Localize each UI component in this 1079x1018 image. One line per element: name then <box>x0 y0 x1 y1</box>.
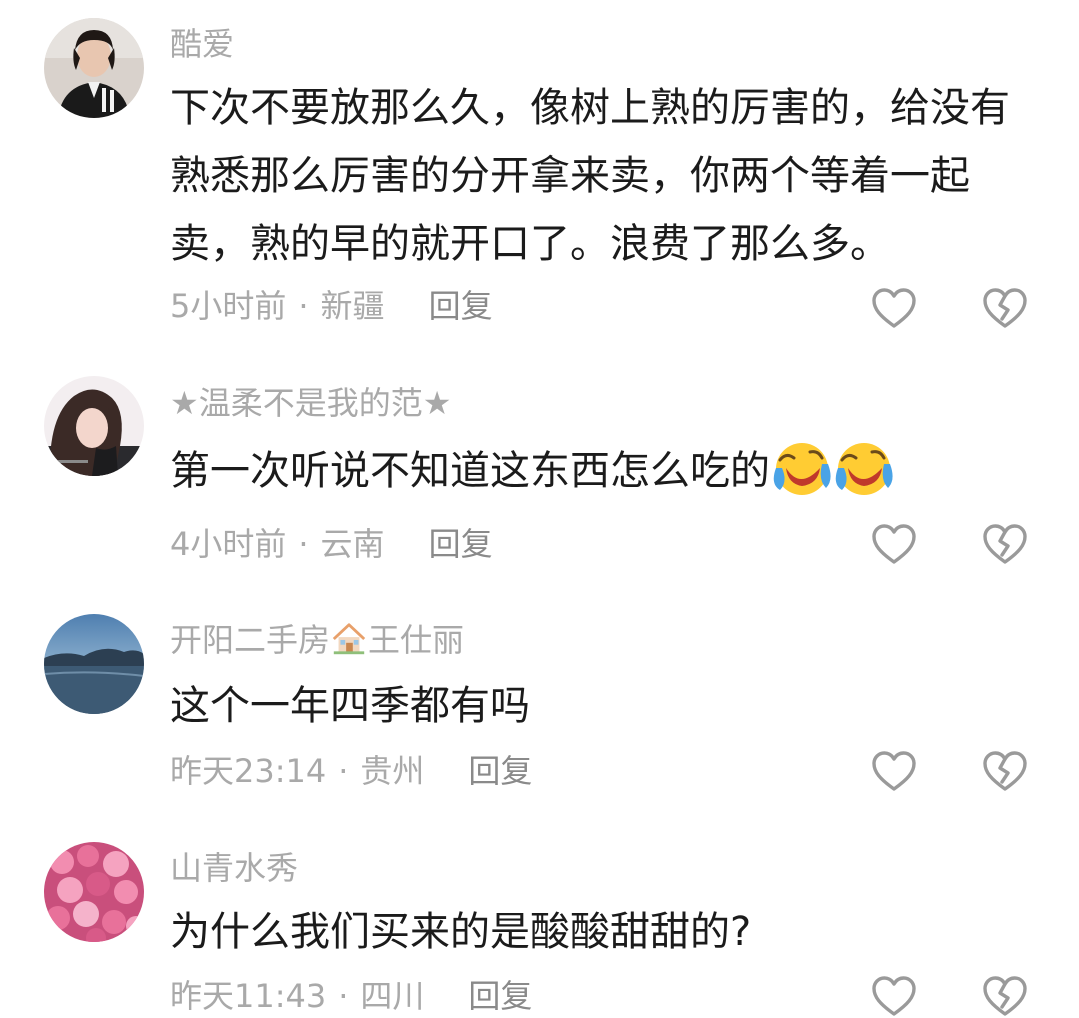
comment-text-line: 这个一年四季都有吗 <box>170 683 530 729</box>
comment-username[interactable]: 山青水秀 <box>170 848 298 888</box>
comment-username[interactable]: 酷爱 <box>170 24 234 64</box>
comment-text: 下次不要放那么久，像树上熟的厉害的，给没有 熟悉那么厉害的分开拿来卖，你两个等着… <box>170 74 1040 278</box>
comment-text: 为什么我们买来的是酸酸甜甜的? <box>170 898 1040 966</box>
like-heart-icon[interactable] <box>870 974 918 1018</box>
comment-meta: 4小时前 · 云南 回复 <box>170 524 493 564</box>
comment-text-line: 熟悉那么厉害的分开拿来卖，你两个等着一起 <box>170 153 970 199</box>
reply-button[interactable]: 回复 <box>468 977 532 1015</box>
comment-location: 云南 <box>320 525 385 563</box>
comment-text-line: 为什么我们买来的是酸酸甜甜的? <box>170 909 752 955</box>
dislike-broken-heart-icon[interactable] <box>981 749 1029 793</box>
laughing-crying-emoji-icon <box>835 443 893 495</box>
comment-username[interactable]: 开阳二手房 王仕丽 <box>170 620 464 660</box>
dislike-broken-heart-icon[interactable] <box>981 974 1029 1018</box>
comment-text: 这个一年四季都有吗 <box>170 672 1040 740</box>
meta-separator: · <box>298 525 309 563</box>
comment-time: 4小时前 <box>170 525 287 563</box>
meta-separator: · <box>338 752 349 790</box>
comment-text-line: 卖，熟的早的就开口了。浪费了那么多。 <box>170 221 890 267</box>
comment-time: 5小时前 <box>170 287 287 325</box>
like-heart-icon[interactable] <box>870 286 918 330</box>
meta-separator: · <box>338 977 349 1015</box>
comment-meta: 昨天11:43 · 四川 回复 <box>170 976 532 1016</box>
comment-time: 昨天23:14 <box>170 752 327 790</box>
comment-text-line: 下次不要放那么久，像树上熟的厉害的，给没有 <box>170 85 1010 131</box>
comment-username[interactable]: ★温柔不是我的范★ <box>170 383 451 423</box>
comment-meta: 5小时前 · 新疆 回复 <box>170 286 493 326</box>
avatar[interactable] <box>44 18 144 118</box>
comment-text-line: 第一次听说不知道这东西怎么吃的 <box>170 437 1040 505</box>
meta-separator: · <box>298 287 309 325</box>
avatar[interactable] <box>44 842 144 942</box>
like-heart-icon[interactable] <box>870 749 918 793</box>
like-heart-icon[interactable] <box>870 522 918 566</box>
dislike-broken-heart-icon[interactable] <box>981 286 1029 330</box>
reply-button[interactable]: 回复 <box>429 525 493 563</box>
laughing-crying-emoji-icon <box>773 443 831 495</box>
comment-meta: 昨天23:14 · 贵州 回复 <box>170 751 532 791</box>
reply-button[interactable]: 回复 <box>468 752 532 790</box>
avatar[interactable] <box>44 614 144 714</box>
comment-location: 四川 <box>360 977 425 1015</box>
username-part: 开阳二手房 <box>170 621 331 659</box>
comment-text: 第一次听说不知道这东西怎么吃的 <box>170 437 1040 505</box>
comment-location: 贵州 <box>360 752 425 790</box>
comment-location: 新疆 <box>320 287 385 325</box>
reply-button[interactable]: 回复 <box>429 287 493 325</box>
comment-text-content: 第一次听说不知道这东西怎么吃的 <box>170 448 770 494</box>
avatar[interactable] <box>44 376 144 476</box>
username-part: 王仕丽 <box>368 621 465 659</box>
house-emoji-icon <box>332 623 366 655</box>
dislike-broken-heart-icon[interactable] <box>981 522 1029 566</box>
comment-time: 昨天11:43 <box>170 977 327 1015</box>
